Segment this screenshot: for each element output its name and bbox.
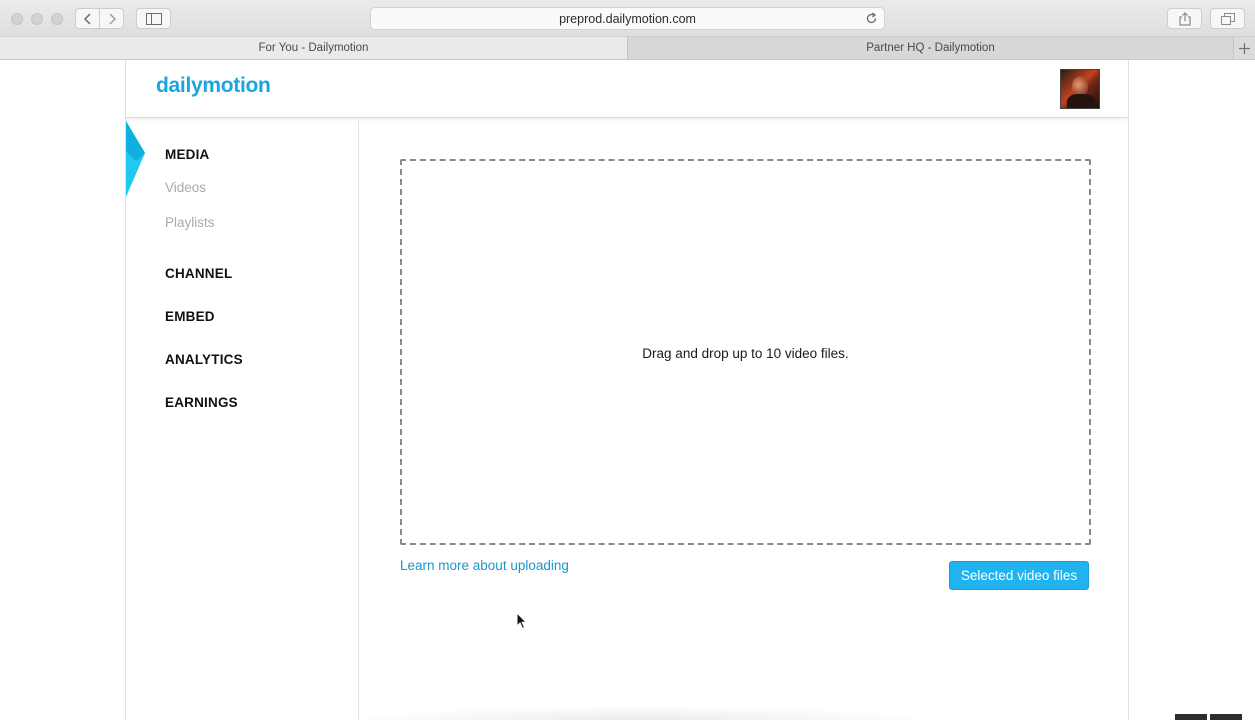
sidebar-nav: MEDIA Videos Playlists CHANNEL EMBED ANA…: [126, 119, 359, 720]
corner-dock-item: [1175, 714, 1207, 720]
forward-button[interactable]: [99, 8, 124, 29]
back-icon: [83, 12, 91, 25]
select-video-files-button[interactable]: Selected video files: [949, 561, 1089, 590]
mouse-pointer-icon: [516, 612, 528, 630]
corner-dock-item: [1210, 714, 1242, 720]
tab-bar: For You - Dailymotion Partner HQ - Daily…: [0, 37, 1255, 60]
video-drop-zone[interactable]: Drag and drop up to 10 video files.: [400, 159, 1091, 545]
show-sidebar-button[interactable]: [136, 8, 171, 29]
new-tab-button[interactable]: [1233, 37, 1255, 59]
minimize-window-button[interactable]: [31, 13, 43, 25]
tabs-overview-icon: [1220, 12, 1235, 25]
partner-hq-frame: dailymotion MEDIA Videos Playlists CHANN…: [125, 60, 1129, 720]
bottom-fade-shadow: [340, 706, 940, 720]
sidebar-item-playlists[interactable]: Playlists: [165, 215, 215, 230]
sidebar-item-analytics[interactable]: ANALYTICS: [165, 352, 243, 367]
upload-panel: Drag and drop up to 10 video files. Lear…: [360, 119, 1128, 720]
share-icon: [1178, 11, 1191, 26]
learn-more-uploading-link[interactable]: Learn more about uploading: [400, 558, 569, 573]
active-section-marker: [126, 121, 145, 197]
sidebar-item-media[interactable]: MEDIA: [165, 147, 210, 162]
zoom-window-button[interactable]: [51, 13, 63, 25]
forward-icon: [108, 12, 116, 25]
browser-toolbar: preprod.dailymotion.com: [0, 0, 1255, 37]
tab-partner-hq[interactable]: Partner HQ - Dailymotion: [627, 37, 1233, 59]
page: dailymotion MEDIA Videos Playlists CHANN…: [0, 60, 1255, 720]
site-header: dailymotion: [126, 60, 1128, 118]
sidebar-item-videos[interactable]: Videos: [165, 180, 206, 195]
avatar-body: [1067, 94, 1095, 108]
user-avatar[interactable]: [1060, 69, 1100, 109]
close-window-button[interactable]: [11, 13, 23, 25]
sidebar-item-earnings[interactable]: EARNINGS: [165, 395, 238, 410]
browser-chrome: preprod.dailymotion.com For You - Dailym…: [0, 0, 1255, 60]
share-button[interactable]: [1167, 8, 1202, 29]
tabs-overview-button[interactable]: [1210, 8, 1245, 29]
tab-for-you[interactable]: For You - Dailymotion: [0, 37, 627, 59]
dailymotion-logo[interactable]: dailymotion: [156, 74, 271, 98]
url-text: preprod.dailymotion.com: [559, 12, 696, 26]
sidebar-item-channel[interactable]: CHANNEL: [165, 266, 232, 281]
sidebar-item-embed[interactable]: EMBED: [165, 309, 215, 324]
drop-zone-instructions: Drag and drop up to 10 video files.: [642, 346, 849, 361]
reload-icon[interactable]: [865, 12, 878, 25]
sidebar-icon: [145, 12, 162, 25]
back-button[interactable]: [75, 8, 100, 29]
address-bar[interactable]: preprod.dailymotion.com: [370, 7, 885, 30]
new-tab-icon: [1239, 42, 1250, 54]
